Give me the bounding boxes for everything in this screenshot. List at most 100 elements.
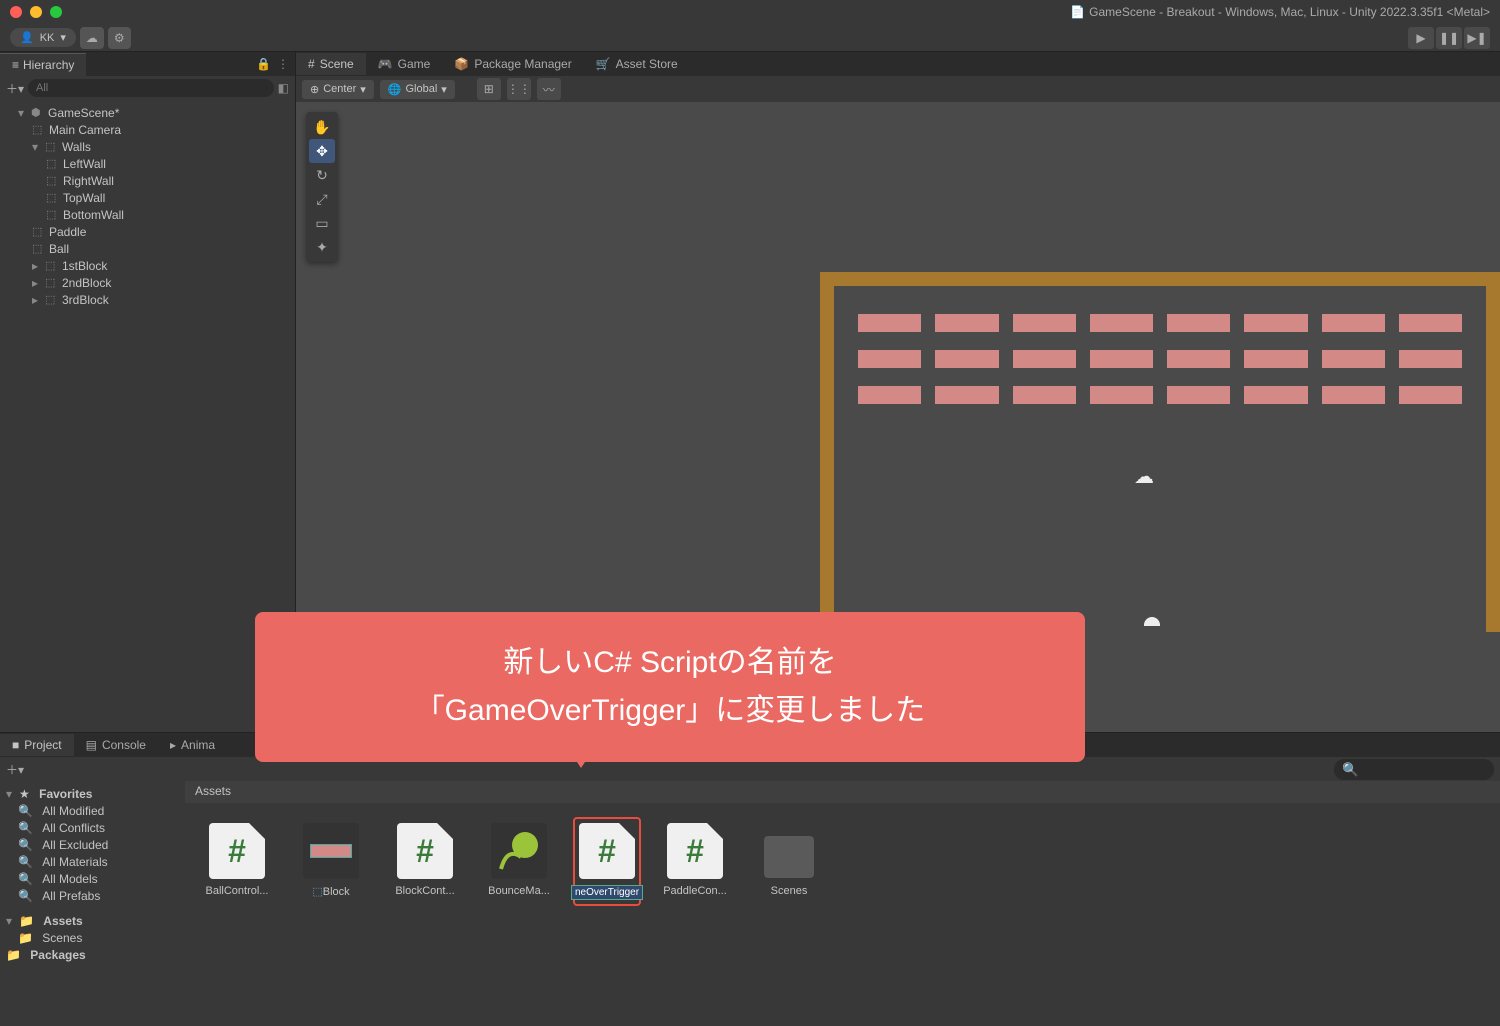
asset-item[interactable]: #PaddleCon... — [661, 823, 729, 900]
project-panel: ■Project ▤Console ▸Anima ＋▾ ▾★ Favorites… — [0, 732, 1500, 1026]
cube-icon: ⬚ — [45, 276, 59, 289]
play-button[interactable]: ▶ — [1408, 27, 1434, 49]
pivot-icon: ⊕ — [310, 83, 319, 96]
favorite-item[interactable]: 🔍 All Conflicts — [0, 819, 185, 836]
project-tree: ▾★ Favorites 🔍 All Modified 🔍 All Confli… — [0, 781, 185, 1026]
unity-icon: ⬢ — [31, 106, 45, 119]
hierarchy-search-input[interactable] — [28, 79, 274, 97]
csharp-script-icon: # — [397, 823, 453, 879]
gameobject-node[interactable]: ⬚TopWall — [0, 189, 295, 206]
search-filter-icon[interactable]: ◧ — [278, 81, 289, 95]
physics-material-icon — [491, 823, 547, 879]
project-search-input[interactable] — [1334, 759, 1494, 780]
favorite-item[interactable]: 🔍 All Prefabs — [0, 887, 185, 904]
scene-toolbar: ⊕Center▾ 🌐Global▾ ⊞ ⋮⋮ 〰 — [296, 76, 1500, 102]
close-window-button[interactable] — [10, 6, 22, 18]
snap-increment-button[interactable]: ⋮⋮ — [507, 78, 531, 100]
cube-icon: ⬚ — [46, 191, 60, 204]
csharp-script-icon: # — [209, 823, 265, 879]
gameobject-node[interactable]: ⬚Main Camera — [0, 121, 295, 138]
gameobject-node[interactable]: ▾⬚Walls — [0, 138, 295, 155]
account-menu[interactable]: 👤 KK ▾ — [10, 28, 76, 47]
asset-item[interactable]: BounceMa... — [485, 823, 553, 900]
scenes-folder[interactable]: 📁 Scenes — [0, 929, 185, 946]
cube-icon: ⬚ — [32, 123, 46, 136]
favorites-header[interactable]: ▾★ Favorites — [0, 785, 185, 802]
scene-tab-row: #Scene 🎮Game 📦Package Manager 🛒Asset Sto… — [296, 52, 1500, 76]
asset-item-selected[interactable]: #neOverTrigger — [573, 817, 641, 906]
assets-folder[interactable]: ▾📁 Assets — [0, 912, 185, 929]
account-bar: 👤 KK ▾ ☁ ⚙ ▶ ❚❚ ▶❚ — [0, 24, 1500, 52]
gameobject-node[interactable]: ▸⬚1stBlock — [0, 257, 295, 274]
csharp-script-icon: # — [667, 823, 723, 879]
gameobject-node[interactable]: ⬚RightWall — [0, 172, 295, 189]
cube-icon: ⬚ — [45, 293, 59, 306]
snap-grid-button[interactable]: ⊞ — [477, 78, 501, 100]
hierarchy-tree: ▾⬢GameScene* ⬚Main Camera ▾⬚Walls ⬚LeftW… — [0, 100, 295, 312]
gameobject-node[interactable]: ⬚BottomWall — [0, 206, 295, 223]
hierarchy-panel: ≡ Hierarchy 🔒 ⋮ ＋▾ ◧ ▾⬢GameScene* ⬚Main … — [0, 52, 296, 732]
hand-tool[interactable]: ✋ — [309, 115, 335, 139]
project-breadcrumb[interactable]: Assets — [185, 781, 1500, 803]
hierarchy-icon: ≡ — [12, 58, 19, 72]
packages-folder[interactable]: 📁 Packages — [0, 946, 185, 963]
maximize-window-button[interactable] — [50, 6, 62, 18]
cube-icon: ⬚ — [45, 140, 59, 153]
game-tab[interactable]: 🎮Game — [366, 53, 443, 75]
tool-palette: ✋ ✥ ↻ ⤢ ▭ ✦ — [306, 112, 338, 262]
gameobject-node[interactable]: ▸⬚3rdBlock — [0, 291, 295, 308]
favorite-item[interactable]: 🔍 All Materials — [0, 853, 185, 870]
cube-icon: ⬚ — [46, 157, 60, 170]
gameobject-node[interactable]: ⬚Ball — [0, 240, 295, 257]
folder-icon — [761, 823, 817, 879]
hierarchy-tab[interactable]: ≡ Hierarchy — [0, 53, 86, 76]
pause-button[interactable]: ❚❚ — [1436, 27, 1462, 49]
gamepad-icon: 🎮 — [378, 57, 393, 71]
scene-tab[interactable]: #Scene — [296, 53, 366, 75]
panel-menu-icon[interactable]: ⋮ — [277, 57, 289, 71]
settings-button[interactable]: ⚙ — [108, 27, 131, 49]
rename-input[interactable]: neOverTrigger — [571, 885, 643, 900]
hierarchy-tab-label: Hierarchy — [23, 58, 74, 72]
scene-node[interactable]: ▾⬢GameScene* — [0, 104, 295, 121]
gameobject-node[interactable]: ▸⬚2ndBlock — [0, 274, 295, 291]
folder-icon: 📁 — [18, 931, 33, 945]
rect-tool[interactable]: ▭ — [309, 211, 335, 235]
globe-icon: 🌐 — [388, 83, 402, 96]
caret-down-icon: ▾ — [60, 31, 66, 44]
window-title-text: GameScene - Breakout - Windows, Mac, Lin… — [1089, 5, 1490, 19]
animation-tab[interactable]: ▸Anima — [158, 734, 227, 756]
favorite-item[interactable]: 🔍 All Excluded — [0, 836, 185, 853]
add-button[interactable]: ＋▾ — [6, 80, 24, 97]
add-asset-button[interactable]: ＋▾ — [6, 761, 24, 778]
hierarchy-tab-row: ≡ Hierarchy 🔒 ⋮ — [0, 52, 295, 76]
play-controls: ▶ ❚❚ ▶❚ — [1408, 27, 1490, 49]
annotation-line1: 新しいC# Scriptの名前を — [503, 639, 836, 687]
asset-item[interactable]: #BlockCont... — [391, 823, 459, 900]
lock-icon[interactable]: 🔒 — [256, 57, 271, 71]
minimize-window-button[interactable] — [30, 6, 42, 18]
favorite-item[interactable]: 🔍 All Modified — [0, 802, 185, 819]
asset-item[interactable]: ⬚Block — [297, 823, 365, 900]
cart-icon: 🛒 — [596, 57, 611, 71]
cube-icon: ⬚ — [46, 174, 60, 187]
scale-tool[interactable]: ⤢ — [309, 187, 335, 211]
package-manager-tab[interactable]: 📦Package Manager — [442, 53, 583, 75]
asset-item[interactable]: #BallControl... — [203, 823, 271, 900]
cloud-button[interactable]: ☁ — [80, 27, 104, 49]
move-tool[interactable]: ✥ — [309, 139, 335, 163]
transform-tool[interactable]: ✦ — [309, 235, 335, 259]
pivot-toggle[interactable]: ⊕Center▾ — [302, 80, 374, 99]
rotate-tool[interactable]: ↻ — [309, 163, 335, 187]
asset-store-tab[interactable]: 🛒Asset Store — [584, 53, 690, 75]
gameobject-node[interactable]: ⬚Paddle — [0, 223, 295, 240]
step-button[interactable]: ▶❚ — [1464, 27, 1490, 49]
space-toggle[interactable]: 🌐Global▾ — [380, 80, 455, 99]
project-tab[interactable]: ■Project — [0, 734, 74, 756]
snap-rotation-button[interactable]: 〰 — [537, 78, 561, 100]
favorite-item[interactable]: 🔍 All Models — [0, 870, 185, 887]
console-tab[interactable]: ▤Console — [74, 734, 158, 756]
gameobject-node[interactable]: ⬚LeftWall — [0, 155, 295, 172]
tutorial-annotation: 新しいC# Scriptの名前を 「GameOverTrigger」に変更しまし… — [255, 612, 1085, 762]
asset-item[interactable]: Scenes — [755, 823, 823, 900]
